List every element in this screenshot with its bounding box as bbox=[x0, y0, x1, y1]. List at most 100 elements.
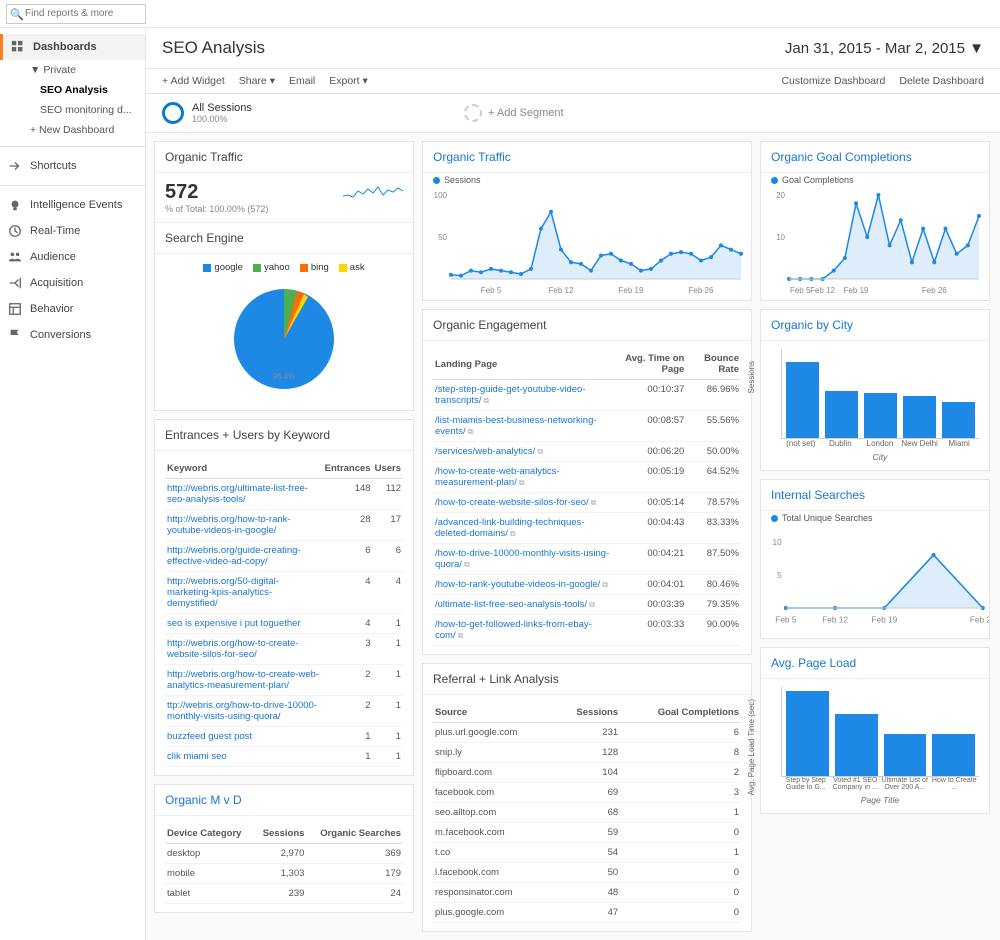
table-row[interactable]: seo is expensive i put toguether41 bbox=[165, 614, 403, 634]
external-link-icon[interactable]: ⧉ bbox=[468, 427, 474, 436]
sidebar: Dashboards ▼ Private SEO Analysis SEO mo… bbox=[0, 28, 146, 940]
external-link-icon[interactable]: ⧉ bbox=[519, 478, 525, 487]
table-row[interactable]: flipboard.com1042 bbox=[433, 763, 741, 783]
table-row[interactable]: ttp://webris.org/how-to-drive-10000-mont… bbox=[165, 696, 403, 727]
svg-text:100: 100 bbox=[434, 191, 448, 200]
table-row[interactable]: http://webris.org/50-digital-marketing-k… bbox=[165, 572, 403, 614]
table-row[interactable]: tablet23924 bbox=[165, 884, 403, 904]
segment-all-sessions[interactable]: All Sessions bbox=[192, 102, 252, 114]
table-row[interactable]: mobile1,303179 bbox=[165, 864, 403, 884]
export-button[interactable]: Export ▾ bbox=[329, 75, 368, 87]
nav-behavior[interactable]: Behavior bbox=[0, 296, 145, 322]
table-row[interactable]: /how-to-create-web-analytics-measurement… bbox=[433, 462, 741, 493]
bar bbox=[835, 714, 878, 776]
table-row[interactable]: m.facebook.com590 bbox=[433, 823, 741, 843]
table-row[interactable]: plus.google.com470 bbox=[433, 903, 741, 923]
svg-text:Feb 26: Feb 26 bbox=[970, 614, 989, 624]
table-row[interactable]: snip.ly1288 bbox=[433, 743, 741, 763]
organic-traffic-value: 572 bbox=[165, 181, 268, 204]
external-link-icon[interactable]: ⧉ bbox=[537, 447, 543, 456]
email-button[interactable]: Email bbox=[289, 75, 315, 87]
nav-acquisition[interactable]: Acquisition bbox=[0, 270, 145, 296]
table-row[interactable]: /how-to-get-followed-links-from-ebay-com… bbox=[433, 615, 741, 646]
svg-text:Feb 26: Feb 26 bbox=[922, 286, 947, 295]
bar bbox=[942, 402, 975, 438]
entrances-table: KeywordEntrancesUsers http://webris.org/… bbox=[165, 459, 403, 767]
date-range[interactable]: Jan 31, 2015 - Mar 2, 2015 ▼ bbox=[785, 40, 984, 57]
table-row[interactable]: http://webris.org/ultimate-list-free-seo… bbox=[165, 479, 403, 510]
external-link-icon[interactable]: ⧉ bbox=[458, 631, 464, 640]
external-link-icon[interactable]: ⧉ bbox=[510, 529, 516, 538]
table-row[interactable]: /advanced-link-building-techniques-delet… bbox=[433, 513, 741, 544]
svg-text:20: 20 bbox=[776, 191, 785, 200]
external-link-icon[interactable]: ⧉ bbox=[464, 560, 470, 569]
table-row[interactable]: http://webris.org/how-to-rank-youtube-vi… bbox=[165, 510, 403, 541]
segment-circle-icon bbox=[162, 102, 184, 124]
nav-audience[interactable]: Audience bbox=[0, 244, 145, 270]
table-row[interactable]: /how-to-drive-10000-monthly-visits-using… bbox=[433, 544, 741, 575]
nav-dashboards[interactable]: Dashboards bbox=[0, 34, 145, 60]
line-chart-internal: 105Feb 5Feb 12Feb 19Feb 26 bbox=[761, 525, 989, 635]
svg-text:Feb 12: Feb 12 bbox=[822, 614, 848, 624]
table-row[interactable]: http://webris.org/how-to-create-web-anal… bbox=[165, 665, 403, 696]
nav-intelligence[interactable]: Intelligence Events bbox=[0, 192, 145, 218]
table-row[interactable]: plus.url.google.com2316 bbox=[433, 723, 741, 743]
table-row[interactable]: /list-miamis-best-business-networking-ev… bbox=[433, 411, 741, 442]
table-row[interactable]: seo.alltop.com681 bbox=[433, 803, 741, 823]
nav-shortcuts[interactable]: Shortcuts bbox=[0, 153, 145, 179]
share-button[interactable]: Share ▾ bbox=[239, 75, 275, 87]
widget-city: Organic by City Sessions (not set)Dublin… bbox=[760, 309, 990, 471]
widget-engagement: Organic Engagement Landing PageAvg. Time… bbox=[422, 309, 752, 655]
add-segment-icon bbox=[464, 104, 482, 122]
external-link-icon[interactable]: ⧉ bbox=[602, 580, 608, 589]
svg-text:Feb 19: Feb 19 bbox=[871, 614, 897, 624]
nav-new-dashboard[interactable]: + New Dashboard bbox=[0, 120, 145, 140]
pie-legend: google yahoo bing ask bbox=[165, 262, 403, 273]
table-row[interactable]: http://webris.org/guide-creating-effecti… bbox=[165, 541, 403, 572]
svg-text:Feb 19: Feb 19 bbox=[619, 286, 644, 295]
nav-seo-analysis[interactable]: SEO Analysis bbox=[0, 80, 145, 100]
external-link-icon[interactable]: ⧉ bbox=[483, 396, 489, 405]
widget-pageload: Avg. Page Load Avg. Page Load Time (sec)… bbox=[760, 647, 990, 814]
table-row[interactable]: /step-step-guide-get-youtube-video-trans… bbox=[433, 380, 741, 411]
nav-realtime[interactable]: Real-Time bbox=[0, 218, 145, 244]
customize-dashboard[interactable]: Customize Dashboard bbox=[781, 75, 885, 87]
svg-text:Feb 19: Feb 19 bbox=[844, 286, 869, 295]
bar-chart-city bbox=[781, 349, 979, 439]
table-row[interactable]: /how-to-create-website-silos-for-seo/⧉00… bbox=[433, 493, 741, 513]
table-row[interactable]: http://webris.org/how-to-create-website-… bbox=[165, 634, 403, 665]
bar bbox=[932, 734, 975, 777]
table-row[interactable]: l.facebook.com500 bbox=[433, 863, 741, 883]
add-segment[interactable]: + Add Segment bbox=[464, 104, 564, 122]
svg-text:Feb 12: Feb 12 bbox=[549, 286, 574, 295]
table-row[interactable]: t.co541 bbox=[433, 843, 741, 863]
mvd-table: Device CategorySessionsOrganic Searches … bbox=[165, 824, 403, 904]
table-row[interactable]: desktop2,970369 bbox=[165, 844, 403, 864]
nav-seo-monitoring[interactable]: SEO monitoring d... bbox=[0, 100, 145, 120]
clock-icon bbox=[8, 224, 22, 238]
shortcuts-icon bbox=[8, 159, 22, 173]
table-row[interactable]: clik miami seo11 bbox=[165, 747, 403, 767]
delete-dashboard[interactable]: Delete Dashboard bbox=[899, 75, 984, 87]
svg-text:10: 10 bbox=[773, 537, 783, 547]
page-title: SEO Analysis bbox=[162, 38, 265, 58]
external-link-icon[interactable]: ⧉ bbox=[589, 600, 595, 609]
table-row[interactable]: /how-to-rank-youtube-videos-in-google/⧉0… bbox=[433, 575, 741, 595]
nav-conversions[interactable]: Conversions bbox=[0, 322, 145, 348]
sparkline bbox=[343, 181, 403, 201]
table-row[interactable]: /services/web-analytics/⧉00:06:2050.00% bbox=[433, 442, 741, 462]
add-widget-button[interactable]: + Add Widget bbox=[162, 75, 225, 87]
bar bbox=[786, 691, 829, 776]
dashboards-icon bbox=[11, 40, 25, 54]
bar bbox=[864, 393, 897, 438]
table-row[interactable]: responsinator.com480 bbox=[433, 883, 741, 903]
behavior-icon bbox=[8, 302, 22, 316]
table-row[interactable]: /ultimate-list-free-seo-analysis-tools/⧉… bbox=[433, 595, 741, 615]
table-row[interactable]: facebook.com693 bbox=[433, 783, 741, 803]
external-link-icon[interactable]: ⧉ bbox=[591, 498, 597, 507]
acquisition-icon bbox=[8, 276, 22, 290]
nav-private[interactable]: ▼ Private bbox=[0, 60, 145, 80]
table-row[interactable]: buzzfeed guest post11 bbox=[165, 727, 403, 747]
search-input[interactable] bbox=[6, 4, 146, 24]
referral-table: SourceSessionsGoal Completions plus.url.… bbox=[433, 703, 741, 923]
